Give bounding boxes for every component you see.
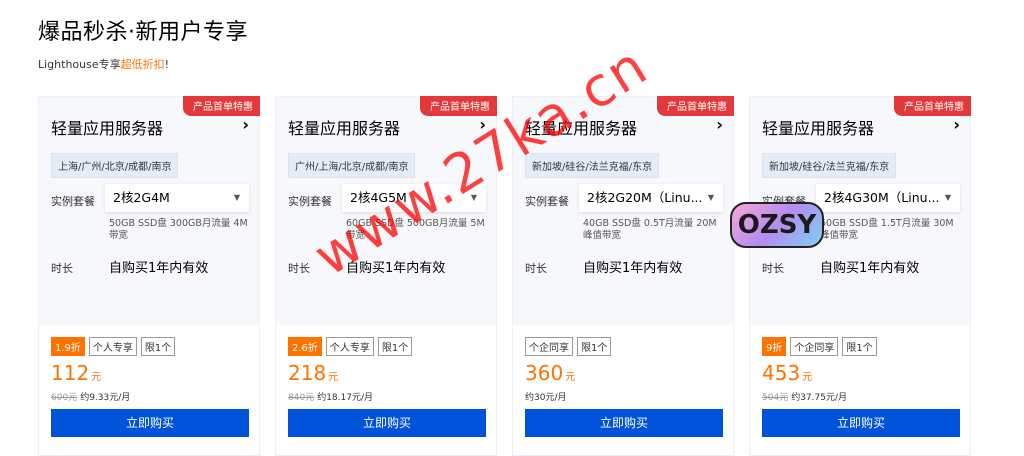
audience-tag: 个企同享 (790, 337, 839, 356)
region-tag: 新加坡/硅谷/法兰克福/东京 (525, 153, 660, 178)
card-title[interactable]: 轻量应用服务器 (762, 115, 874, 139)
product-card: 产品首单特惠 轻量应用服务器 › 新加坡/硅谷/法兰克福/东京 实例套餐 2核2… (512, 96, 734, 456)
price-unit: 元 (328, 372, 339, 383)
chevron-down-icon: ▼ (707, 193, 714, 202)
price-value: 453 (762, 361, 801, 385)
logo-badge: OZSY (730, 202, 824, 248)
sub-price: 504元 约37.75元/月 (762, 390, 847, 403)
spec-select[interactable]: 2核4G5M ▼ (342, 184, 486, 212)
spec-description: 60GB SSD盘 500GB月流量 5M带宽 (346, 218, 485, 241)
spec-select-value: 2核2G20M（Linu... (587, 190, 703, 205)
page-title: 爆品秒杀·新用户专享 (38, 20, 248, 45)
spec-select-value: 2核4G5M (350, 190, 407, 205)
monthly-price: 约9.33元/月 (80, 393, 131, 403)
duration-label: 时长 (51, 262, 73, 275)
spec-label: 实例套餐 (525, 195, 569, 208)
buy-button[interactable]: 立即购买 (288, 409, 486, 437)
card-title[interactable]: 轻量应用服务器 (525, 115, 637, 139)
monthly-price: 约18.17元/月 (317, 393, 373, 403)
spec-description: 60GB SSD盘 1.5T月流量 30M 峰值带宽 (820, 218, 954, 241)
price-unit: 元 (91, 372, 102, 383)
chevron-right-icon[interactable]: › (953, 115, 960, 134)
tag-list: 9折 个企同享 限1个 (762, 337, 877, 356)
sub-price: 600元 约9.33元/月 (51, 390, 130, 403)
original-price: 600元 (51, 393, 78, 403)
region-tag: 广州/上海/北京/成都/南京 (288, 153, 416, 178)
limit-tag: 限1个 (140, 337, 176, 356)
duration-value: 自购买1年内有效 (346, 261, 446, 276)
subtitle-highlight: 超低折扣 (120, 58, 165, 71)
price-value: 360 (525, 361, 564, 385)
original-price: 840元 (288, 393, 315, 403)
price-value: 218 (288, 361, 327, 385)
duration-label: 时长 (288, 262, 310, 275)
discount-tag: 9折 (762, 337, 787, 356)
card-title[interactable]: 轻量应用服务器 (288, 115, 400, 139)
spec-select-value: 2核2G4M (113, 190, 170, 205)
spec-label: 实例套餐 (288, 195, 332, 208)
tag-list: 个企同享 限1个 (525, 337, 612, 356)
tag-list: 1.9折 个人专享 限1个 (51, 337, 176, 356)
spec-select[interactable]: 2核2G20M（Linu... ▼ (579, 184, 723, 212)
limit-tag: 限1个 (577, 337, 612, 356)
region-tag: 上海/广州/北京/成都/南京 (51, 153, 179, 178)
price: 453 元 (762, 361, 812, 385)
region-tag: 新加坡/硅谷/法兰克福/东京 (762, 153, 897, 178)
discount-tag: 2.6折 (288, 337, 322, 356)
promo-ribbon: 产品首单特惠 (894, 96, 971, 116)
spec-select-value: 2核4G30M（Linu... (824, 190, 940, 205)
price: 360 元 (525, 361, 575, 385)
sub-price: 约30元/月 (525, 390, 567, 403)
chevron-down-icon: ▼ (944, 193, 951, 202)
price-unit: 元 (565, 372, 576, 383)
chevron-down-icon: ▼ (233, 193, 240, 202)
promo-ribbon: 产品首单特惠 (420, 96, 497, 116)
audience-tag: 个企同享 (525, 337, 573, 356)
limit-tag: 限1个 (377, 337, 413, 356)
duration-value: 自购买1年内有效 (109, 261, 209, 276)
buy-button[interactable]: 立即购买 (51, 409, 249, 437)
product-card: 产品首单特惠 轻量应用服务器 › 广州/上海/北京/成都/南京 实例套餐 2核4… (275, 96, 497, 456)
tag-list: 2.6折 个人专享 限1个 (288, 337, 413, 356)
promo-ribbon: 产品首单特惠 (657, 96, 734, 116)
spec-select[interactable]: 2核4G30M（Linu... ▼ (816, 184, 960, 212)
product-card: 产品首单特惠 轻量应用服务器 › 新加坡/硅谷/法兰克福/东京 实例套餐 2核4… (749, 96, 971, 456)
discount-tag: 1.9折 (51, 337, 85, 356)
spec-description: 40GB SSD盘 0.5T月流量 20M 峰值带宽 (583, 218, 717, 241)
subtitle-suffix: ! (164, 58, 170, 71)
price: 112 元 (51, 361, 101, 385)
price-value: 112 (51, 361, 90, 385)
chevron-right-icon[interactable]: › (242, 115, 249, 134)
monthly-price: 约30元/月 (525, 393, 567, 403)
duration-value: 自购买1年内有效 (583, 261, 683, 276)
chevron-right-icon[interactable]: › (479, 115, 486, 134)
price-unit: 元 (802, 372, 813, 383)
audience-tag: 个人专享 (88, 337, 137, 356)
card-title[interactable]: 轻量应用服务器 (51, 115, 163, 139)
duration-label: 时长 (762, 262, 784, 275)
chevron-right-icon[interactable]: › (716, 115, 723, 134)
page-subtitle: Lighthouse专享超低折扣! (38, 56, 169, 72)
sub-price: 840元 约18.17元/月 (288, 390, 373, 403)
subtitle-prefix: Lighthouse专享 (38, 58, 121, 71)
spec-select[interactable]: 2核2G4M ▼ (105, 184, 249, 212)
limit-tag: 限1个 (842, 337, 877, 356)
product-card: 产品首单特惠 轻量应用服务器 › 上海/广州/北京/成都/南京 实例套餐 2核2… (38, 96, 260, 456)
monthly-price: 约37.75元/月 (791, 393, 847, 403)
spec-label: 实例套餐 (51, 195, 95, 208)
audience-tag: 个人专享 (325, 337, 374, 356)
spec-description: 50GB SSD盘 300GB月流量 4M带宽 (109, 218, 248, 241)
duration-value: 自购买1年内有效 (820, 261, 920, 276)
buy-button[interactable]: 立即购买 (525, 409, 723, 437)
buy-button[interactable]: 立即购买 (762, 409, 960, 437)
duration-label: 时长 (525, 262, 547, 275)
price: 218 元 (288, 361, 338, 385)
chevron-down-icon: ▼ (470, 193, 477, 202)
promo-ribbon: 产品首单特惠 (183, 96, 260, 116)
original-price: 504元 (762, 393, 789, 403)
